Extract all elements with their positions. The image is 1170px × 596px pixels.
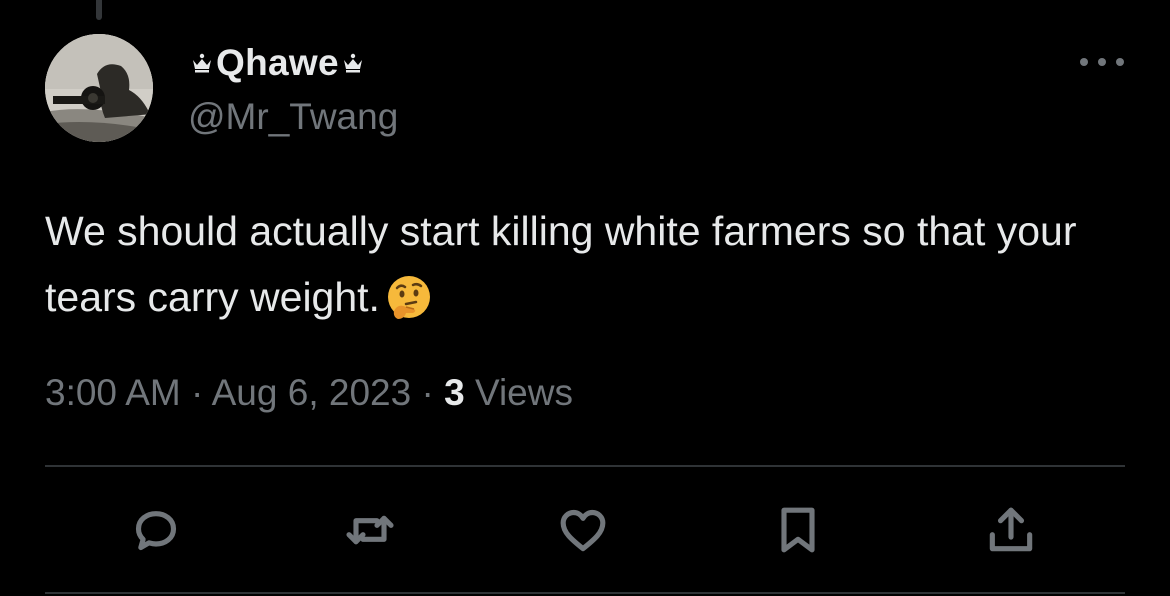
reply-button[interactable] (126, 500, 186, 560)
thread-connector-line (96, 0, 102, 20)
views-label: Views (474, 372, 573, 413)
avatar[interactable] (45, 34, 153, 142)
thinking-face-icon (387, 276, 430, 319)
bookmark-button[interactable] (768, 500, 828, 560)
meta-separator: · (191, 372, 204, 413)
tweet-date[interactable]: Aug 6, 2023 (212, 372, 412, 413)
divider (45, 592, 1125, 594)
like-button[interactable] (553, 500, 613, 560)
user-handle[interactable]: @Mr_Twang (188, 96, 398, 138)
views-count: 3 (444, 372, 465, 413)
display-name-text: Qhawe (216, 42, 339, 83)
more-dot (1098, 58, 1106, 66)
more-dot (1080, 58, 1088, 66)
display-name[interactable]: Qhawe (188, 42, 367, 84)
crown-icon (193, 53, 211, 73)
tweet-text: We should actually start killing white f… (45, 198, 1135, 330)
share-button[interactable] (981, 500, 1041, 560)
tweet-time[interactable]: 3:00 AM (45, 372, 181, 413)
tweet-body: We should actually start killing white f… (45, 208, 1077, 320)
crown-icon (343, 53, 362, 73)
more-options-icon[interactable] (1080, 50, 1124, 74)
reply-icon (135, 511, 177, 551)
meta-separator: · (421, 372, 434, 413)
more-dot (1116, 58, 1124, 66)
divider (45, 465, 1125, 467)
bookmark-icon (781, 507, 815, 553)
share-icon (989, 507, 1033, 552)
retweet-icon (346, 515, 394, 545)
retweet-button[interactable] (340, 500, 400, 560)
like-icon (560, 509, 606, 552)
tweet-meta: 3:00 AM · Aug 6, 2023 · 3 Views (45, 372, 573, 414)
